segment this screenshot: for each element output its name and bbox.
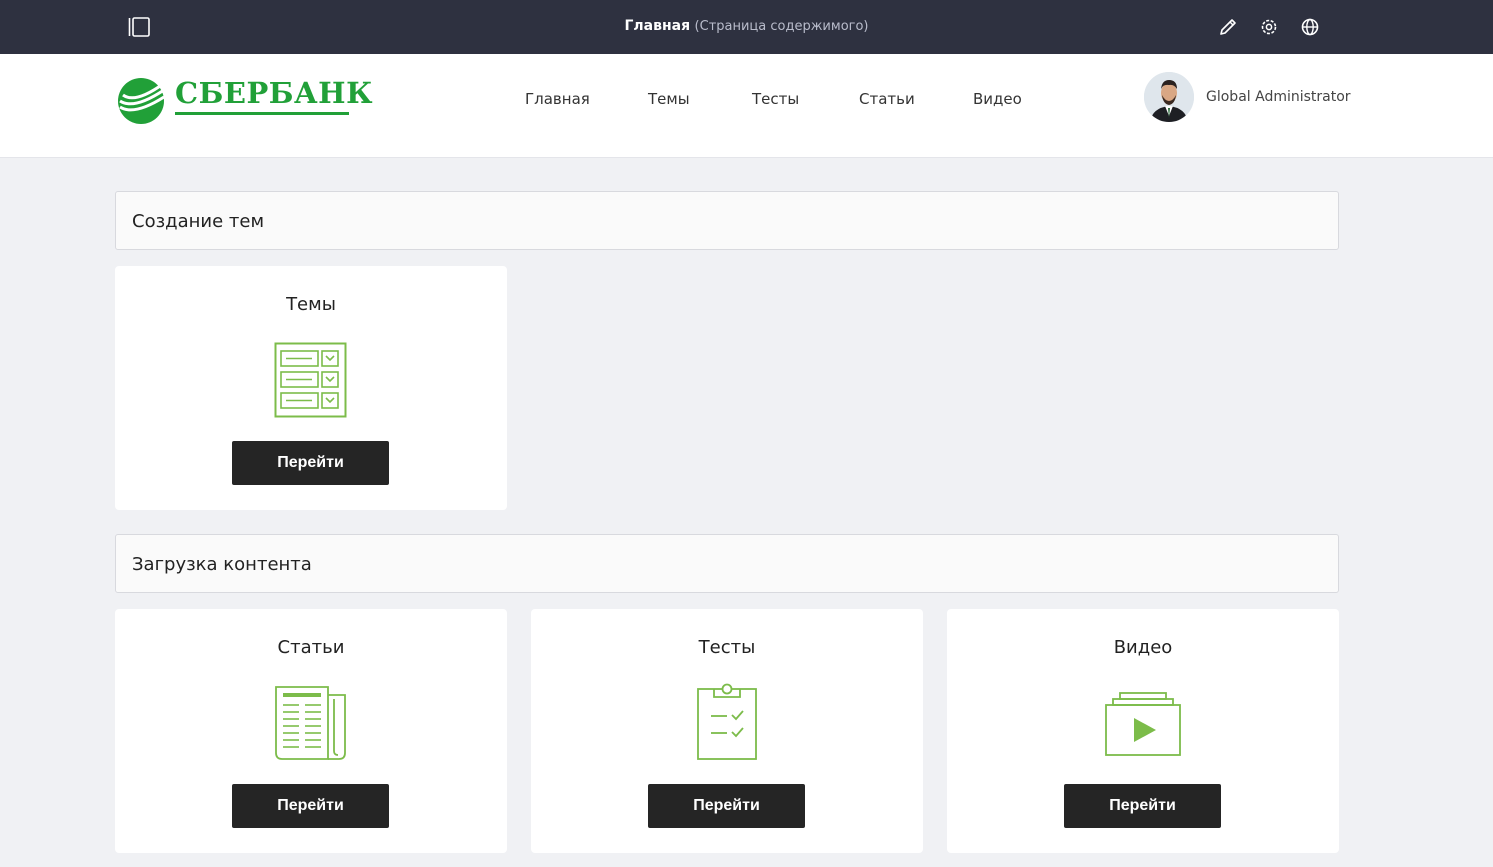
section-title: Создание тем <box>132 211 265 232</box>
card-title: Видео <box>1113 637 1173 658</box>
nav-item-home[interactable]: Главная <box>525 90 590 108</box>
sberbank-logo-icon <box>118 78 165 124</box>
logo-text: СБЕРБАНК <box>175 76 373 110</box>
go-topics-button[interactable]: Перейти <box>232 441 389 485</box>
nav-item-tests[interactable]: Тесты <box>752 90 799 108</box>
admin-bar: Главная (Страница содержимого) <box>0 0 1493 54</box>
card-articles: Статьи Перейти <box>115 609 507 853</box>
card-title: Статьи <box>277 637 345 658</box>
admin-title-subtitle: (Страница содержимого) <box>694 19 869 34</box>
sberbank-logo[interactable]: СБЕРБАНК <box>117 74 372 124</box>
section-header-upload-content: Загрузка контента <box>115 534 1339 593</box>
admin-title-main: Главная <box>624 18 691 34</box>
section-title: Загрузка контента <box>132 554 312 575</box>
card-tests: Тесты Перейти <box>531 609 923 853</box>
nav-item-articles[interactable]: Статьи <box>859 90 915 108</box>
nav-item-topics[interactable]: Темы <box>648 90 690 108</box>
card-title: Тесты <box>698 637 756 658</box>
pencil-icon[interactable] <box>1217 16 1239 38</box>
tests-clipboard-icon <box>696 683 758 765</box>
card-title: Темы <box>286 294 336 315</box>
card-video: Видео Перейти <box>947 609 1339 853</box>
video-play-icon <box>1104 691 1182 761</box>
logo-underline <box>175 112 349 115</box>
site-header: СБЕРБАНК Главная Темы Тесты Статьи Видео… <box>0 54 1493 158</box>
avatar[interactable] <box>1144 72 1194 122</box>
gear-icon[interactable] <box>1258 16 1280 38</box>
go-articles-button[interactable]: Перейти <box>232 784 389 828</box>
nav-item-video[interactable]: Видео <box>973 90 1022 108</box>
user-name[interactable]: Global Administrator <box>1206 89 1351 105</box>
card-topics: Темы Перейти <box>115 266 507 510</box>
go-video-button[interactable]: Перейти <box>1064 784 1221 828</box>
go-tests-button[interactable]: Перейти <box>648 784 805 828</box>
globe-icon[interactable] <box>1299 16 1321 38</box>
section-header-create-topics: Создание тем <box>115 191 1339 250</box>
articles-newspaper-icon <box>274 685 348 765</box>
topics-form-icon <box>274 342 348 422</box>
